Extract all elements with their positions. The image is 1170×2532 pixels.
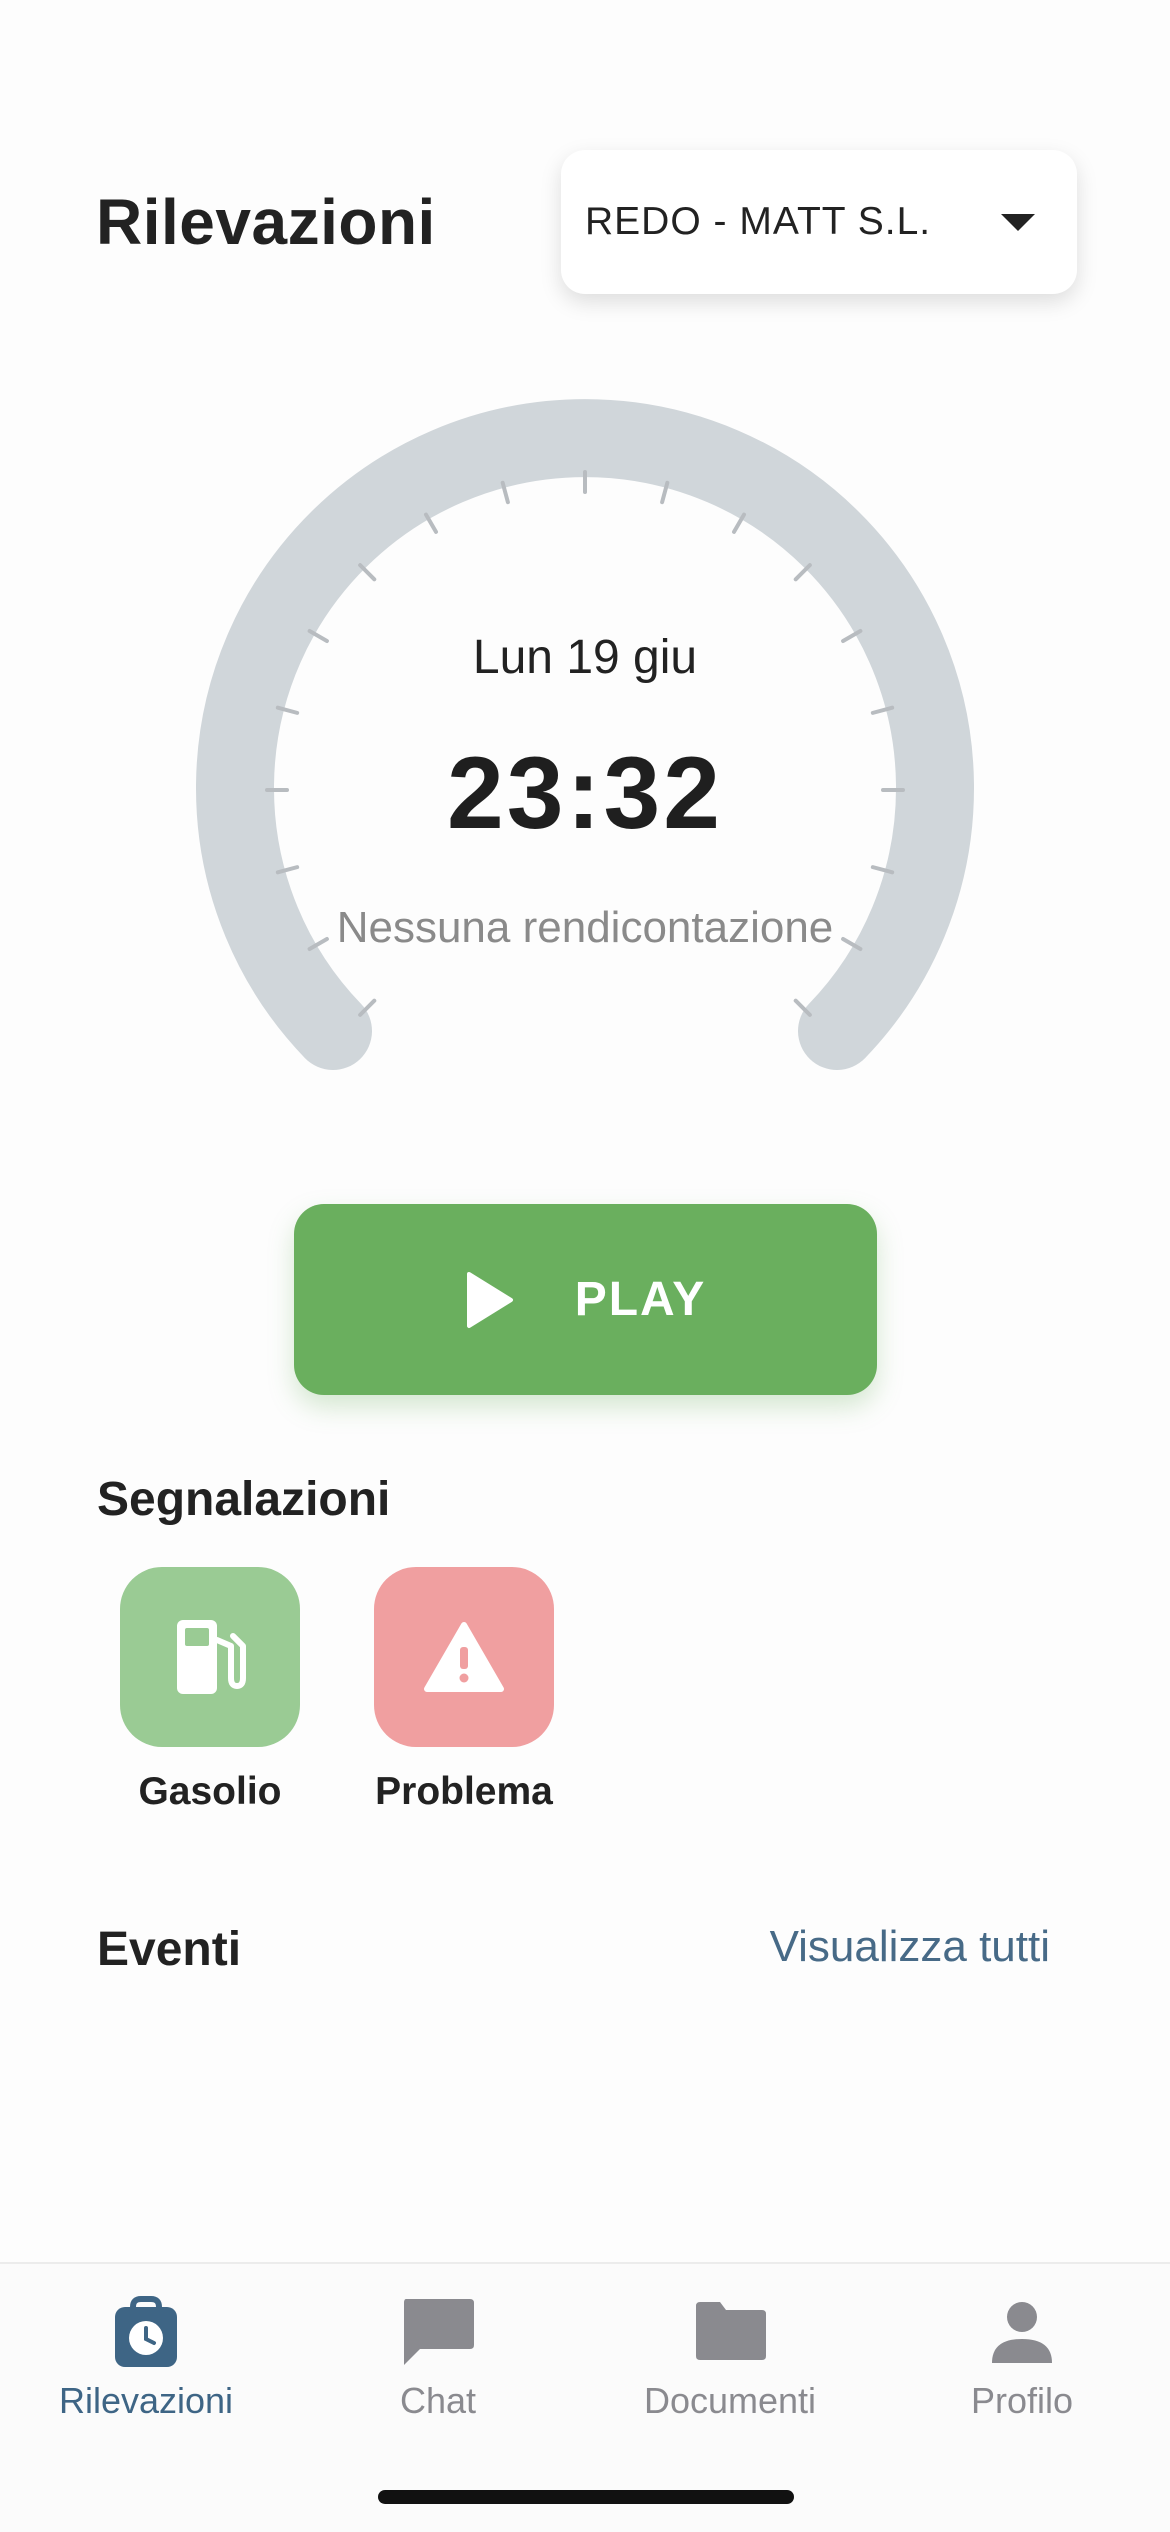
time-bag-icon	[113, 2292, 179, 2372]
gauge-time: 23:32	[447, 736, 723, 850]
play-icon	[466, 1271, 513, 1328]
play-button[interactable]: PLAY	[294, 1204, 877, 1395]
tab-documenti[interactable]: Documenti	[584, 2264, 876, 2464]
gauge-tick	[793, 563, 812, 582]
view-all-events-link[interactable]: Visualizza tutti	[770, 1922, 1050, 1972]
warning-icon	[424, 1622, 504, 1692]
gauge-tick	[358, 563, 377, 582]
folder-icon	[692, 2292, 768, 2372]
chat-icon	[400, 2292, 476, 2372]
tab-rilevazioni[interactable]: Rilevazioni	[0, 2264, 292, 2464]
time-gauge	[196, 399, 974, 1070]
fuel-pump-icon	[177, 1620, 246, 1694]
tab-profilo[interactable]: Profilo	[876, 2264, 1168, 2464]
gauge-status: Nessuna rendicontazione	[336, 903, 834, 952]
tab-chat-label: Chat	[399, 2380, 477, 2421]
play-button-label: PLAY	[574, 1273, 707, 1326]
gauge-date: Lun 19 giu	[472, 631, 698, 684]
reports-title: Segnalazioni	[97, 1473, 391, 1526]
tab-rilevazioni-label: Rilevazioni	[58, 2380, 234, 2421]
person-icon	[990, 2292, 1054, 2372]
report-problem-label: Problema	[375, 1770, 553, 1813]
tab-chat[interactable]: Chat	[292, 2264, 584, 2464]
tab-profilo-label: Profilo	[970, 2380, 1074, 2421]
report-fuel-button[interactable]	[120, 1567, 300, 1747]
report-problem-button[interactable]	[374, 1567, 554, 1747]
events-title: Eventi	[97, 1923, 242, 1976]
tab-documenti-label: Documenti	[643, 2380, 817, 2421]
home-indicator	[378, 2490, 794, 2504]
report-fuel-label: Gasolio	[138, 1770, 282, 1813]
